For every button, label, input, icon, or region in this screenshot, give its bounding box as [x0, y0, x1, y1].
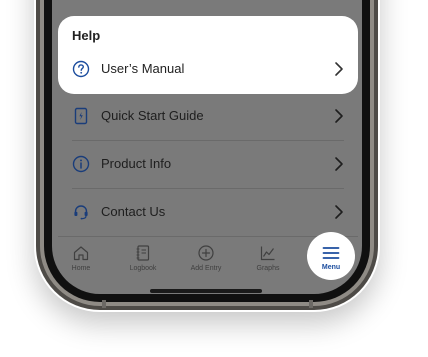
- antenna-line: [309, 300, 313, 308]
- home-icon: [73, 246, 89, 261]
- tab-add-entry-label: Add Entry: [190, 265, 222, 272]
- logbook-icon: [136, 245, 150, 261]
- tab-logbook-label: Logbook: [129, 265, 157, 272]
- headset-icon: [74, 205, 88, 220]
- chevron-right-icon: [335, 109, 343, 123]
- chevron-right-icon: [335, 157, 343, 171]
- tab-home-label: Home: [71, 265, 91, 272]
- tab-graphs-label: Graphs: [256, 265, 280, 272]
- chevron-right-icon: [335, 205, 343, 219]
- help-section-card: Help User’s Manual: [58, 16, 358, 94]
- question-circle-icon: [72, 60, 90, 78]
- chevron-right-icon: [335, 62, 343, 76]
- chart-icon: [260, 246, 275, 261]
- contact-us-row[interactable]: Contact Us: [58, 189, 358, 237]
- tab-menu-label: Menu: [321, 264, 341, 271]
- product-info-row[interactable]: Product Info: [58, 141, 358, 189]
- tab-graphs[interactable]: Graphs: [243, 244, 293, 278]
- guide-book-icon: [74, 107, 88, 125]
- tab-menu[interactable]: Menu: [307, 232, 355, 280]
- product-info-label: Product Info: [101, 156, 172, 171]
- contact-us-label: Contact Us: [101, 204, 166, 219]
- info-circle-icon: [72, 155, 90, 173]
- quick-start-guide-label: Quick Start Guide: [101, 108, 204, 123]
- tab-home[interactable]: Home: [56, 244, 106, 278]
- help-section-title: Help: [72, 28, 101, 43]
- add-circle-icon: [198, 245, 214, 261]
- hamburger-icon: [322, 247, 340, 259]
- tab-logbook[interactable]: Logbook: [118, 244, 168, 278]
- users-manual-row[interactable]: User’s Manual: [58, 48, 358, 92]
- tab-bar-divider: [58, 236, 358, 237]
- users-manual-label: User’s Manual: [101, 61, 185, 76]
- quick-start-guide-row[interactable]: Quick Start Guide: [58, 93, 358, 141]
- tab-add-entry[interactable]: Add Entry: [181, 244, 231, 278]
- home-indicator[interactable]: [150, 289, 262, 293]
- antenna-line: [102, 300, 106, 308]
